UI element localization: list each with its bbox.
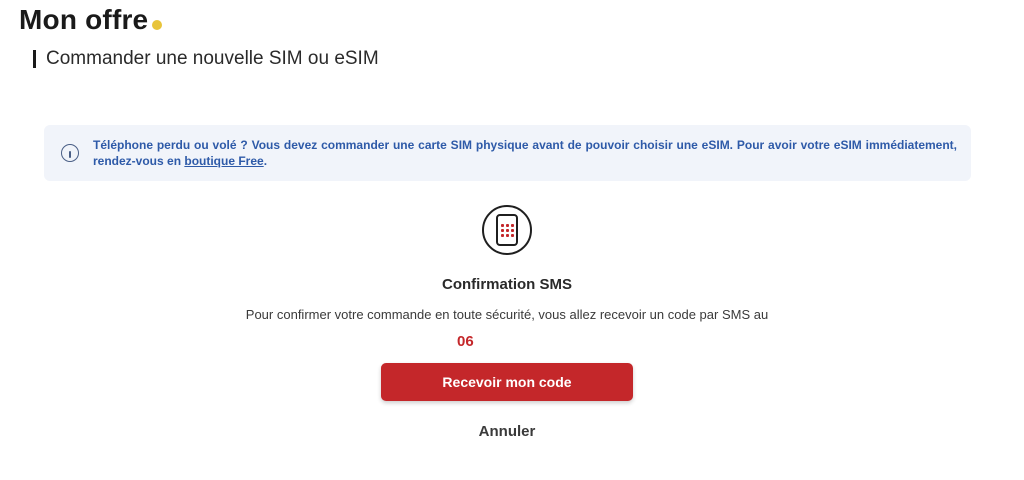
info-circle-icon — [61, 144, 79, 162]
title-dot-decoration — [152, 20, 163, 30]
info-banner-text: Téléphone perdu ou volé ? Vous devez com… — [93, 137, 957, 169]
info-banner: Téléphone perdu ou volé ? Vous devez com… — [44, 125, 971, 181]
section-subtitle: Commander une nouvelle SIM ou eSIM — [33, 48, 379, 69]
subtitle-bar-decoration — [33, 50, 36, 68]
sms-confirmation-description: Pour confirmer votre commande en toute s… — [245, 307, 769, 322]
page-title-text: Mon offre — [19, 4, 149, 35]
phone-number: 06 — [457, 333, 474, 350]
page-title: Mon offre — [19, 4, 163, 36]
phone-keypad-dots — [501, 224, 515, 238]
receive-code-button[interactable]: Recevoir mon code — [381, 363, 633, 401]
subtitle-text: Commander une nouvelle SIM ou eSIM — [46, 48, 379, 69]
cancel-button[interactable]: Annuler — [460, 420, 554, 442]
phone-body-shape — [496, 214, 518, 246]
info-text-end: . — [263, 154, 268, 168]
boutique-free-link[interactable]: boutique Free — [184, 154, 263, 168]
phone-keypad-icon — [482, 205, 532, 255]
sms-confirmation-heading: Confirmation SMS — [442, 276, 572, 293]
